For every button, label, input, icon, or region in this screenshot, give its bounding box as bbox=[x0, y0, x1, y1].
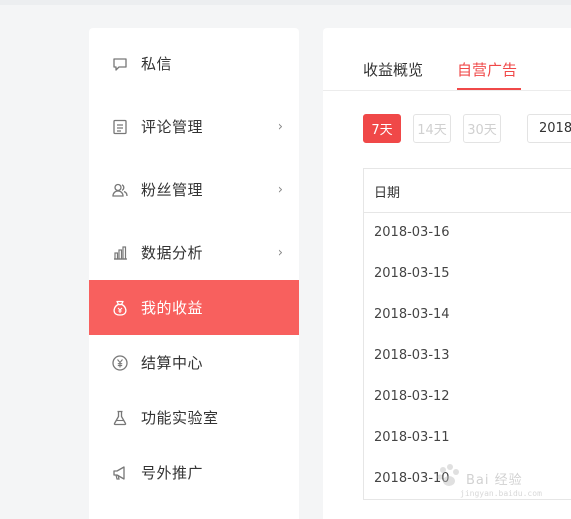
megaphone-icon bbox=[111, 464, 129, 482]
sidebar-item-label: 私信 bbox=[141, 55, 173, 73]
paw-logo-icon bbox=[437, 464, 459, 486]
sidebar-item-label: 粉丝管理 bbox=[141, 181, 204, 199]
chevron-right-icon: › bbox=[277, 245, 283, 260]
sidebar-item-fans[interactable]: 粉丝管理 › bbox=[89, 162, 299, 217]
chevron-right-icon: › bbox=[277, 119, 283, 134]
watermark: Bai 经验 jingyan.baidu.com bbox=[432, 455, 571, 515]
message-icon bbox=[111, 55, 129, 73]
sidebar-item-settlement[interactable]: 结算中心 bbox=[89, 335, 299, 390]
tab-bar: 收益概览 自营广告 bbox=[323, 28, 571, 91]
watermark-url: jingyan.baidu.com bbox=[460, 489, 542, 498]
table-row: 2018-03-15 bbox=[374, 266, 450, 281]
range-30d-button[interactable]: 30天 bbox=[463, 114, 501, 143]
money-bag-icon bbox=[111, 299, 129, 317]
sidebar-item-comments[interactable]: 评论管理 › bbox=[89, 99, 299, 154]
sidebar: 私信 评论管理 › 粉丝管理 › 数据分析 › 我的收益 结算中心 功能实验室 … bbox=[89, 28, 299, 519]
sidebar-item-label: 我的收益 bbox=[141, 299, 204, 317]
sidebar-item-label: 数据分析 bbox=[141, 244, 204, 262]
sidebar-item-label: 结算中心 bbox=[141, 354, 204, 372]
range-7d-button[interactable]: 7天 bbox=[363, 114, 401, 143]
comment-doc-icon bbox=[111, 118, 129, 136]
table-row: 2018-03-14 bbox=[374, 307, 450, 322]
sidebar-item-label: 号外推广 bbox=[141, 464, 204, 482]
flask-icon bbox=[111, 409, 129, 427]
sidebar-item-analytics[interactable]: 数据分析 › bbox=[89, 225, 299, 280]
range-14d-button[interactable]: 14天 bbox=[413, 114, 451, 143]
tab-self-ads[interactable]: 自营广告 bbox=[457, 59, 517, 80]
sidebar-item-promotion[interactable]: 号外推广 bbox=[89, 445, 299, 500]
earnings-table: 日期 2018-03-16 2018-03-15 2018-03-14 2018… bbox=[363, 168, 571, 500]
watermark-text: Bai 经验 bbox=[466, 473, 523, 488]
tab-earnings-overview[interactable]: 收益概览 bbox=[363, 59, 423, 80]
users-icon bbox=[111, 181, 129, 199]
main-panel: 收益概览 自营广告 7天 14天 30天 2018 日期 2018-03-16 … bbox=[323, 28, 571, 519]
sidebar-item-label: 评论管理 bbox=[141, 118, 204, 136]
table-header: 日期 bbox=[364, 169, 571, 213]
table-row: 2018-03-13 bbox=[374, 348, 450, 363]
bar-chart-icon bbox=[111, 244, 129, 262]
sidebar-item-lab[interactable]: 功能实验室 bbox=[89, 390, 299, 445]
sidebar-item-label: 功能实验室 bbox=[141, 409, 219, 427]
sidebar-item-messages[interactable]: 私信 bbox=[89, 36, 299, 91]
chevron-right-icon: › bbox=[277, 182, 283, 197]
date-column-header: 日期 bbox=[374, 186, 401, 201]
table-row: 2018-03-11 bbox=[374, 430, 450, 445]
sidebar-item-earnings[interactable]: 我的收益 bbox=[89, 280, 299, 335]
table-row: 2018-03-12 bbox=[374, 389, 450, 404]
table-row: 2018-03-16 bbox=[374, 225, 450, 240]
date-range-input[interactable]: 2018 bbox=[527, 114, 571, 143]
top-strip bbox=[0, 0, 571, 5]
active-tab-indicator bbox=[457, 88, 521, 90]
yen-circle-icon bbox=[111, 354, 129, 372]
